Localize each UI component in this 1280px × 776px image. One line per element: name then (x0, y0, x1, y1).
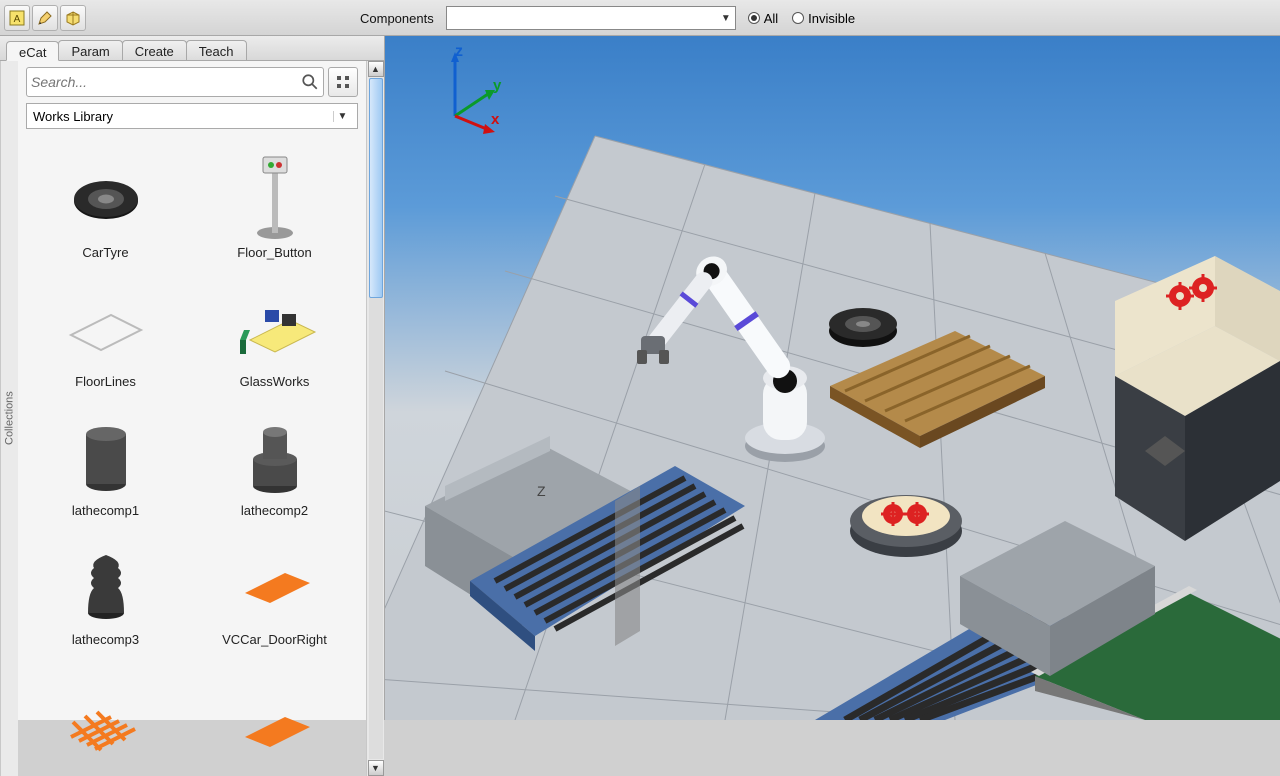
search-input[interactable] (31, 74, 301, 90)
catalog-item-floorlines[interactable]: FloorLines (26, 264, 185, 389)
grid-view-toggle[interactable] (328, 67, 358, 97)
panel-body: Collections Works Library ▼ (0, 61, 384, 776)
collections-sidebar[interactable]: Collections (0, 61, 18, 776)
left-panel: eCat Param Create Teach Collections (0, 36, 385, 720)
radio-icon (792, 12, 804, 24)
scroll-up-icon[interactable]: ▲ (368, 61, 384, 77)
radio-invisible[interactable]: Invisible (792, 11, 855, 26)
catalog-item-label: FloorLines (75, 374, 136, 389)
chevron-down-icon: ▼ (333, 111, 351, 122)
catalog-item-label: lathecomp3 (72, 632, 139, 647)
top-right-controls: Components ▼ All Invisible (360, 0, 1280, 36)
panel-scrollbar[interactable]: ▲ ▼ (366, 61, 384, 776)
catalog-item-label: GlassWorks (240, 374, 310, 389)
catalog-item-label: Floor_Button (237, 245, 311, 260)
scroll-track[interactable] (369, 78, 383, 759)
components-dropdown[interactable]: ▼ (446, 6, 736, 30)
thumb-lathe3-icon (56, 538, 156, 628)
pencil-icon[interactable] (32, 5, 58, 31)
workspace: eCat Param Create Teach Collections (0, 36, 1280, 720)
visibility-radio-group: All Invisible (748, 11, 855, 26)
tool-icon-a[interactable]: A (4, 5, 30, 31)
catalog-item-lathecomp2[interactable]: lathecomp2 (195, 393, 354, 518)
viewport-3d[interactable]: Z z y x (385, 36, 1280, 720)
thumb-tyre-icon (56, 151, 156, 241)
thumb-cardoor-icon (225, 538, 325, 628)
top-toolbar: A Components ▼ All Invisible (0, 0, 1280, 36)
components-label: Components (360, 11, 434, 26)
radio-all-label: All (764, 11, 778, 26)
catalog-item-extra1[interactable] (26, 651, 185, 776)
radio-invisible-label: Invisible (808, 11, 855, 26)
tab-param[interactable]: Param (58, 40, 122, 60)
search-box[interactable] (26, 67, 324, 97)
library-dropdown[interactable]: Works Library ▼ (26, 103, 358, 129)
catalog-item-label: lathecomp2 (241, 503, 308, 518)
catalog-grid: CarTyre Floor_Button Flo (26, 135, 358, 776)
catalog-item-floorbutton[interactable]: Floor_Button (195, 135, 354, 260)
quick-access-icons: A (2, 3, 88, 33)
thumb-floorbutton-icon (225, 151, 325, 241)
catalog-item-cartyre[interactable]: CarTyre (26, 135, 185, 260)
catalog: CarTyre Floor_Button Flo (26, 135, 358, 776)
panel-inner: Works Library ▼ CarTyre (18, 61, 366, 776)
scene-marker: Z (537, 483, 546, 499)
catalog-item-label: lathecomp1 (72, 503, 139, 518)
chevron-down-icon: ▼ (721, 13, 731, 24)
search-row (26, 67, 358, 97)
catalog-item-vccardoor[interactable]: VCCar_DoorRight (195, 522, 354, 647)
scroll-down-icon[interactable]: ▼ (368, 760, 384, 776)
tab-ecat[interactable]: eCat (6, 41, 59, 61)
search-icon[interactable] (301, 73, 319, 91)
left-panel-tabs: eCat Param Create Teach (0, 36, 384, 61)
catalog-item-glassworks[interactable]: GlassWorks (195, 264, 354, 389)
catalog-item-extra2[interactable] (195, 651, 354, 776)
thumb-floorlines-icon (56, 280, 156, 370)
catalog-item-label: CarTyre (82, 245, 128, 260)
thumb-lathe2-icon (225, 409, 325, 499)
catalog-item-lathecomp3[interactable]: lathecomp3 (26, 522, 185, 647)
package-icon[interactable] (60, 5, 86, 31)
tab-create[interactable]: Create (122, 40, 187, 60)
radio-all[interactable]: All (748, 11, 778, 26)
svg-text:A: A (14, 14, 21, 25)
catalog-item-lathecomp1[interactable]: lathecomp1 (26, 393, 185, 518)
thumb-grid-icon (56, 682, 156, 772)
library-value: Works Library (33, 109, 113, 124)
scroll-thumb[interactable] (369, 78, 383, 298)
thumb-glassworks-icon (225, 280, 325, 370)
tab-teach[interactable]: Teach (186, 40, 247, 60)
scene-svg: Z (385, 36, 1280, 720)
thumb-lathe1-icon (56, 409, 156, 499)
radio-icon (748, 12, 760, 24)
catalog-item-label: VCCar_DoorRight (222, 632, 327, 647)
thumb-panel-icon (225, 682, 325, 772)
